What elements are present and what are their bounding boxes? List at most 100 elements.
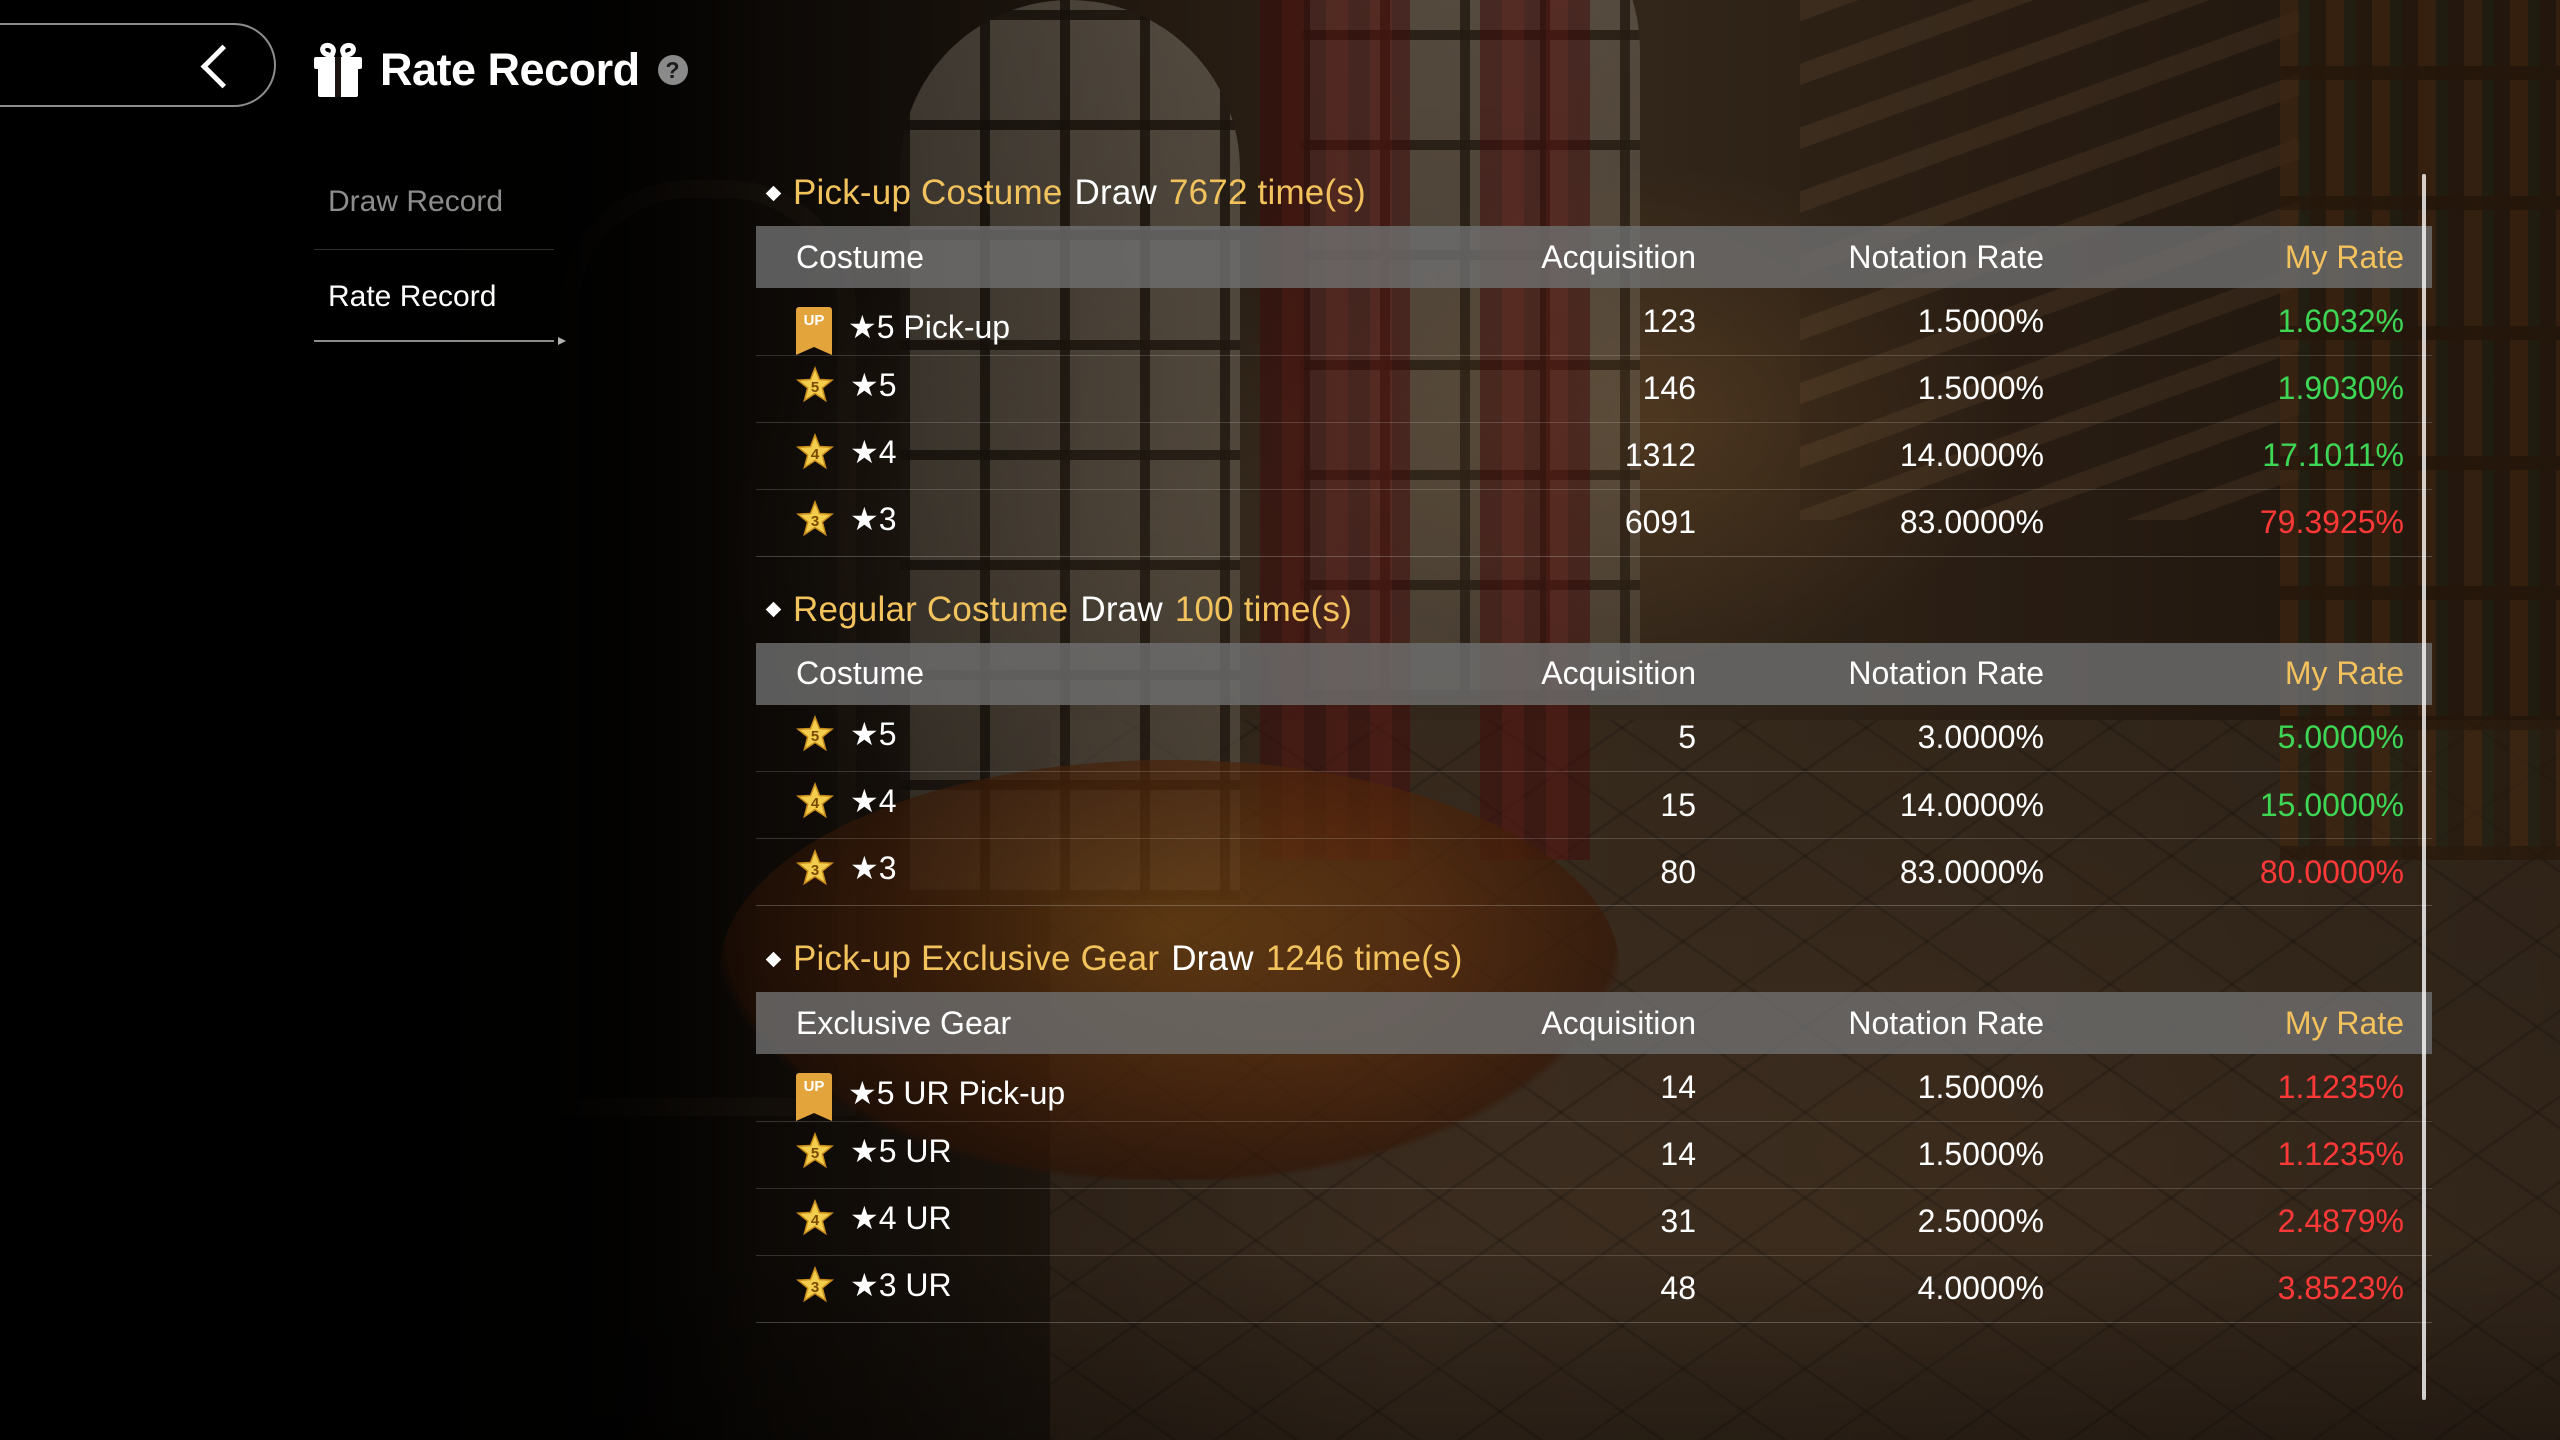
column-header: Acquisition bbox=[1541, 655, 1696, 691]
acquisition-cell: 146 bbox=[1642, 370, 1696, 406]
section-title-draw: Draw bbox=[1074, 173, 1157, 212]
table-row: 4 ★4 UR 31 2.5000% 2.4879% bbox=[756, 1188, 2432, 1255]
my-rate-cell: 80.0000% bbox=[2259, 853, 2404, 890]
chevron-left-icon bbox=[200, 44, 245, 89]
notation-rate-cell: 2.5000% bbox=[1917, 1203, 2044, 1239]
section-title-name: Pick-up Exclusive Gear bbox=[793, 939, 1160, 978]
rank-cell: 5 ★5 bbox=[756, 705, 1316, 772]
acquisition-cell: 31 bbox=[1660, 1203, 1696, 1239]
section-title-name: Pick-up Costume bbox=[793, 173, 1063, 212]
table-row: 3 ★3 6091 83.0000% 79.3925% bbox=[756, 489, 2432, 556]
svg-text:5: 5 bbox=[811, 1145, 819, 1162]
rank-label: ★3 bbox=[850, 850, 897, 886]
question-icon[interactable]: ? bbox=[657, 55, 688, 85]
my-rate-cell: 3.8523% bbox=[2277, 1270, 2404, 1306]
column-header: Costume bbox=[796, 238, 925, 275]
rank-label: ★3 bbox=[850, 500, 897, 537]
rank-cell: 3 ★3 UR bbox=[756, 1255, 1316, 1322]
svg-text:5: 5 bbox=[811, 728, 819, 745]
star3-badge-icon: 3 bbox=[796, 1265, 834, 1304]
table-row: 3 ★3 UR 48 4.0000% 3.8523% bbox=[756, 1255, 2432, 1322]
scrollbar[interactable] bbox=[2422, 174, 2426, 1400]
notation-rate-cell: 1.5000% bbox=[1917, 302, 2044, 339]
column-header: Acquisition bbox=[1541, 238, 1696, 275]
section-title-draw: Draw bbox=[1171, 939, 1254, 978]
acquisition-cell: 14 bbox=[1660, 1136, 1696, 1172]
up-badge-icon: UP bbox=[796, 1072, 832, 1121]
table-header-row: Costume Acquisition Notation Rate My Rate bbox=[756, 642, 2432, 705]
rank-label: ★5 bbox=[850, 366, 897, 403]
section-title-count: 1246 time(s) bbox=[1265, 939, 1463, 978]
rank-label: ★4 bbox=[850, 433, 897, 470]
diamond-icon bbox=[765, 601, 782, 618]
back-button[interactable] bbox=[0, 23, 276, 107]
acquisition-cell: 5 bbox=[1678, 719, 1696, 756]
acquisition-cell: 48 bbox=[1660, 1270, 1696, 1306]
table-row: 5 ★5 UR 14 1.5000% 1.1235% bbox=[756, 1121, 2432, 1188]
column-header: Notation Rate bbox=[1848, 238, 2044, 275]
section-title: Pick-up Costume Draw 7672 time(s) bbox=[756, 160, 2388, 226]
section-title: Pick-up Exclusive Gear Draw 1246 time(s) bbox=[756, 926, 2388, 992]
my-rate-cell: 1.1235% bbox=[2277, 1136, 2404, 1172]
acquisition-cell: 123 bbox=[1642, 302, 1696, 339]
rank-cell: UP ★5 Pick-up bbox=[756, 288, 1316, 355]
notation-rate-cell: 83.0000% bbox=[1899, 504, 2044, 540]
star4-badge-icon: 4 bbox=[796, 782, 834, 820]
table-header-row: Exclusive Gear Acquisition Notation Rate My… bbox=[756, 992, 2432, 1054]
rank-label: ★5 bbox=[850, 715, 897, 752]
table-row: 4 ★4 15 14.0000% 15.0000% bbox=[756, 772, 2432, 839]
scrollbar-thumb[interactable] bbox=[2422, 174, 2426, 1400]
column-header: Notation Rate bbox=[1848, 1004, 2044, 1041]
column-header: My Rate bbox=[2284, 655, 2404, 691]
side-nav: Draw Record Rate Record bbox=[314, 170, 566, 345]
gift-icon bbox=[314, 40, 362, 97]
rank-cell: 4 ★4 bbox=[756, 422, 1316, 489]
table-row: 4 ★4 1312 14.0000% 17.1011% bbox=[756, 422, 2432, 489]
column-header: Exclusive Gear bbox=[796, 1004, 1012, 1041]
svg-text:3: 3 bbox=[811, 862, 819, 879]
acquisition-cell: 80 bbox=[1660, 853, 1696, 890]
rank-label: ★4 UR bbox=[850, 1199, 952, 1236]
svg-text:5: 5 bbox=[811, 379, 819, 396]
rank-label: ★5 UR bbox=[850, 1132, 952, 1169]
notation-rate-cell: 14.0000% bbox=[1899, 437, 2044, 473]
nav-item-draw-record[interactable]: Draw Record bbox=[314, 170, 554, 250]
my-rate-cell: 1.6032% bbox=[2277, 302, 2404, 339]
notation-rate-cell: 4.0000% bbox=[1917, 1270, 2044, 1306]
svg-text:3: 3 bbox=[811, 1279, 819, 1296]
acquisition-cell: 15 bbox=[1660, 786, 1696, 823]
notation-rate-cell: 1.5000% bbox=[1917, 1068, 2044, 1105]
svg-text:4: 4 bbox=[811, 1212, 820, 1229]
rank-cell: UP ★5 UR Pick-up bbox=[756, 1054, 1316, 1121]
my-rate-cell: 15.0000% bbox=[2259, 786, 2404, 823]
rate-section: Pick-up Costume Draw 7672 time(s) Costume Ac… bbox=[756, 160, 2432, 557]
notation-rate-cell: 83.0000% bbox=[1899, 853, 2044, 890]
rate-table: Exclusive Gear Acquisition Notation Rate My… bbox=[756, 992, 2432, 1323]
table-row: 3 ★3 80 83.0000% 80.0000% bbox=[756, 839, 2432, 906]
table-row: 5 ★5 146 1.5000% 1.9030% bbox=[756, 355, 2432, 422]
nav-item-rate-record[interactable]: Rate Record bbox=[314, 256, 566, 345]
diamond-icon bbox=[765, 951, 782, 967]
star4-badge-icon: 4 bbox=[796, 432, 834, 471]
rank-label: ★4 bbox=[850, 783, 897, 819]
rank-cell: 4 ★4 bbox=[756, 772, 1316, 839]
rank-cell: 5 ★5 bbox=[756, 355, 1316, 422]
page-title: Rate Record bbox=[380, 44, 640, 95]
my-rate-cell: 5.0000% bbox=[2277, 719, 2404, 756]
rate-section: Pick-up Exclusive Gear Draw 1246 time(s) Ex… bbox=[756, 926, 2432, 1323]
rate-content: Pick-up Costume Draw 7672 time(s) Costume Ac… bbox=[756, 160, 2432, 1343]
star5-badge-icon: 5 bbox=[796, 365, 834, 404]
section-title-draw: Draw bbox=[1080, 589, 1163, 629]
column-header: Notation Rate bbox=[1848, 655, 2044, 691]
my-rate-cell: 17.1011% bbox=[2262, 437, 2404, 473]
my-rate-cell: 79.3925% bbox=[2259, 504, 2404, 540]
star4-badge-icon: 4 bbox=[796, 1198, 834, 1237]
my-rate-cell: 1.9030% bbox=[2277, 370, 2404, 406]
up-badge-icon: UP bbox=[796, 306, 832, 355]
rank-cell: 4 ★4 UR bbox=[756, 1188, 1316, 1255]
rank-label: ★5 UR Pick-up bbox=[848, 1074, 1066, 1111]
column-header: My Rate bbox=[2284, 238, 2404, 275]
page-header: Rate Record ? bbox=[314, 38, 688, 102]
svg-text:4: 4 bbox=[811, 446, 820, 463]
table-row: UP ★5 Pick-up 123 1.5000% 1.6032% bbox=[756, 288, 2432, 355]
